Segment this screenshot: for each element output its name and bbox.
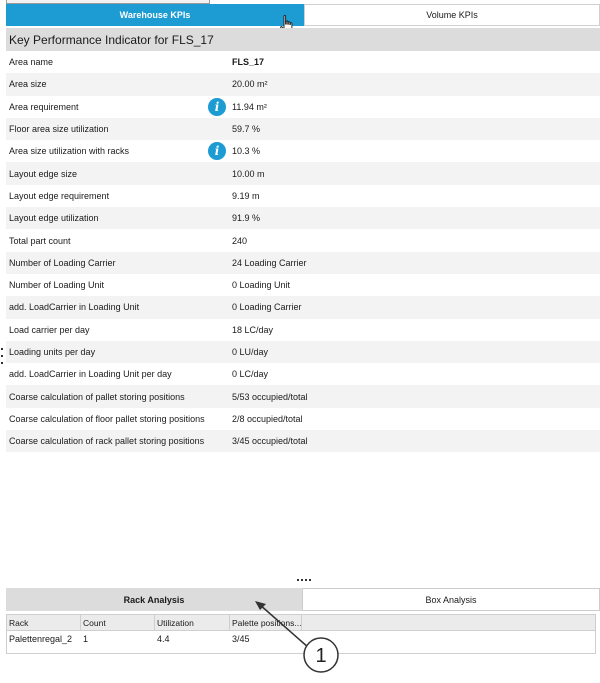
kpi-label: Floor area size utilization [9,124,109,135]
kpi-label: Area name [9,57,54,68]
table-cell: 3/45 [232,634,250,644]
kpi-value: 3/45 occupied/total [232,436,308,447]
kpi-value: 59.7 % [232,124,261,135]
kpi-value: 0 Loading Unit [232,280,291,291]
kpi-row-layout-edge-utilization: Layout edge utilization 91.9 % [6,207,600,230]
kpi-row-total-part-count: Total part count 240 [6,229,600,251]
kpi-value: 240 [232,235,248,246]
side-resize-handle-icon[interactable] [1,348,4,364]
kpi-label: Loading units per day [9,347,96,357]
tab-volume-kpis[interactable]: Volume KPIs [304,4,600,26]
table-header: Rack Count Utilization Palette positions… [7,615,595,631]
table-cell: 1 [83,634,89,644]
tab-warehouse-kpis[interactable]: Warehouse KPIs [6,4,304,26]
kpi-table: Area name FLS_17 Area size 20.00 m² Area r… [6,51,600,453]
kpi-section-title: Key Performance Indicator for FLS_17 [6,28,600,51]
table-empty-area [7,647,595,653]
kpi-value: 0 LC/day [232,369,269,380]
kpi-row-rack-pallet-positions: Coarse calculation of rack pallet storin… [6,430,600,453]
kpi-value: 0 Loading Carrier [232,302,302,313]
kpi-value: 0 LU/day [232,347,269,357]
kpi-label: Area requirement [9,101,79,112]
kpi-row-add-loadcarrier-per-day: add. LoadCarrier in Loading Unit per day… [6,363,600,385]
kpi-row-loading-unit-count: Number of Loading Unit 0 Loading Unit [6,274,600,296]
kpi-value: 5/53 occupied/total [232,391,308,402]
split-resize-handle-icon[interactable] [297,579,311,582]
kpi-label: Number of Loading Carrier [9,257,116,268]
column-header-utilization[interactable]: Utilization [155,615,230,630]
kpi-label: Layout edge requirement [9,190,110,201]
kpi-row-loading-carrier-count: Number of Loading Carrier 24 Loading Carr… [6,251,600,274]
info-icon[interactable]: i [208,142,226,161]
kpi-row-load-carrier-per-day: Load carrier per day 18 LC/day [6,319,600,341]
kpi-value: 91.9 % [232,213,261,224]
kpi-row-area-requirement: Area requirement i 11.94 m² [6,96,600,118]
kpi-row-layout-edge-size: Layout edge size 10.00 m [6,162,600,185]
kpi-label: Layout edge size [9,168,78,179]
kpi-value: 10.3 % [232,146,261,157]
table-cell: 4.4 [157,634,170,644]
kpi-row-area-utilization-racks: Area size utilization with racks i 10.3 % [6,140,600,162]
kpi-row-area-name: Area name FLS_17 [6,51,600,73]
kpi-label: Number of Loading Unit [9,280,105,291]
table-row[interactable]: Palettenregal_2 1 4.4 3/45 [7,631,595,647]
kpi-label: Total part count [9,235,71,246]
kpi-label: Layout edge utilization [9,213,99,224]
column-header-rack[interactable]: Rack [7,615,81,630]
column-header-palette-positions[interactable]: Palette positions... [230,615,302,630]
kpi-label: Coarse calculation of floor pallet stori… [9,413,205,424]
kpi-value: 2/8 occupied/total [232,413,303,424]
kpi-value: 10.00 m [232,168,265,179]
kpi-value: 9.19 m [232,190,260,201]
analysis-tab-bar: Rack Analysis Box Analysis [6,588,600,611]
kpi-row-layout-edge-requirement: Layout edge requirement 9.19 m [6,185,600,207]
tab-box-analysis[interactable]: Box Analysis [302,588,600,611]
kpi-value: 20.00 m² [232,79,268,90]
column-header-count[interactable]: Count [81,615,155,630]
table-cell: Palettenregal_2 [9,634,73,644]
kpi-value: 24 Loading Carrier [232,257,307,268]
kpi-value: 11.94 m² [232,101,267,112]
kpi-label: Load carrier per day [9,324,90,335]
kpi-label: Coarse calculation of pallet storing pos… [9,391,185,402]
kpi-row-floor-area-utilization: Floor area size utilization 59.7 % [6,117,600,141]
kpi-value: FLS_17 [232,57,265,68]
kpi-label: add. LoadCarrier in Loading Unit per day [9,369,172,380]
tab-rack-analysis[interactable]: Rack Analysis [6,588,302,611]
kpi-value: 18 LC/day [232,324,274,335]
kpi-tab-bar: Warehouse KPIs Volume KPIs [6,4,600,26]
kpi-row-pallet-storing-positions: Coarse calculation of pallet storing pos… [6,385,600,408]
kpi-row-floor-pallet-positions: Coarse calculation of floor pallet stori… [6,408,600,430]
kpi-label: Area size utilization with racks [9,146,130,157]
kpi-label: add. LoadCarrier in Loading Unit [9,302,140,313]
kpi-row-add-loadcarrier: add. LoadCarrier in Loading Unit 0 Loadin… [6,296,600,319]
kpi-label: Coarse calculation of rack pallet storin… [9,436,205,447]
rack-analysis-table: Rack Count Utilization Palette positions… [6,614,596,654]
kpi-label: Area size [9,79,47,90]
info-icon[interactable]: i [208,97,226,116]
kpi-row-loading-units-per-day: Loading units per day 0 LU/day [6,340,600,364]
kpi-row-area-size: Area size 20.00 m² [6,73,600,96]
